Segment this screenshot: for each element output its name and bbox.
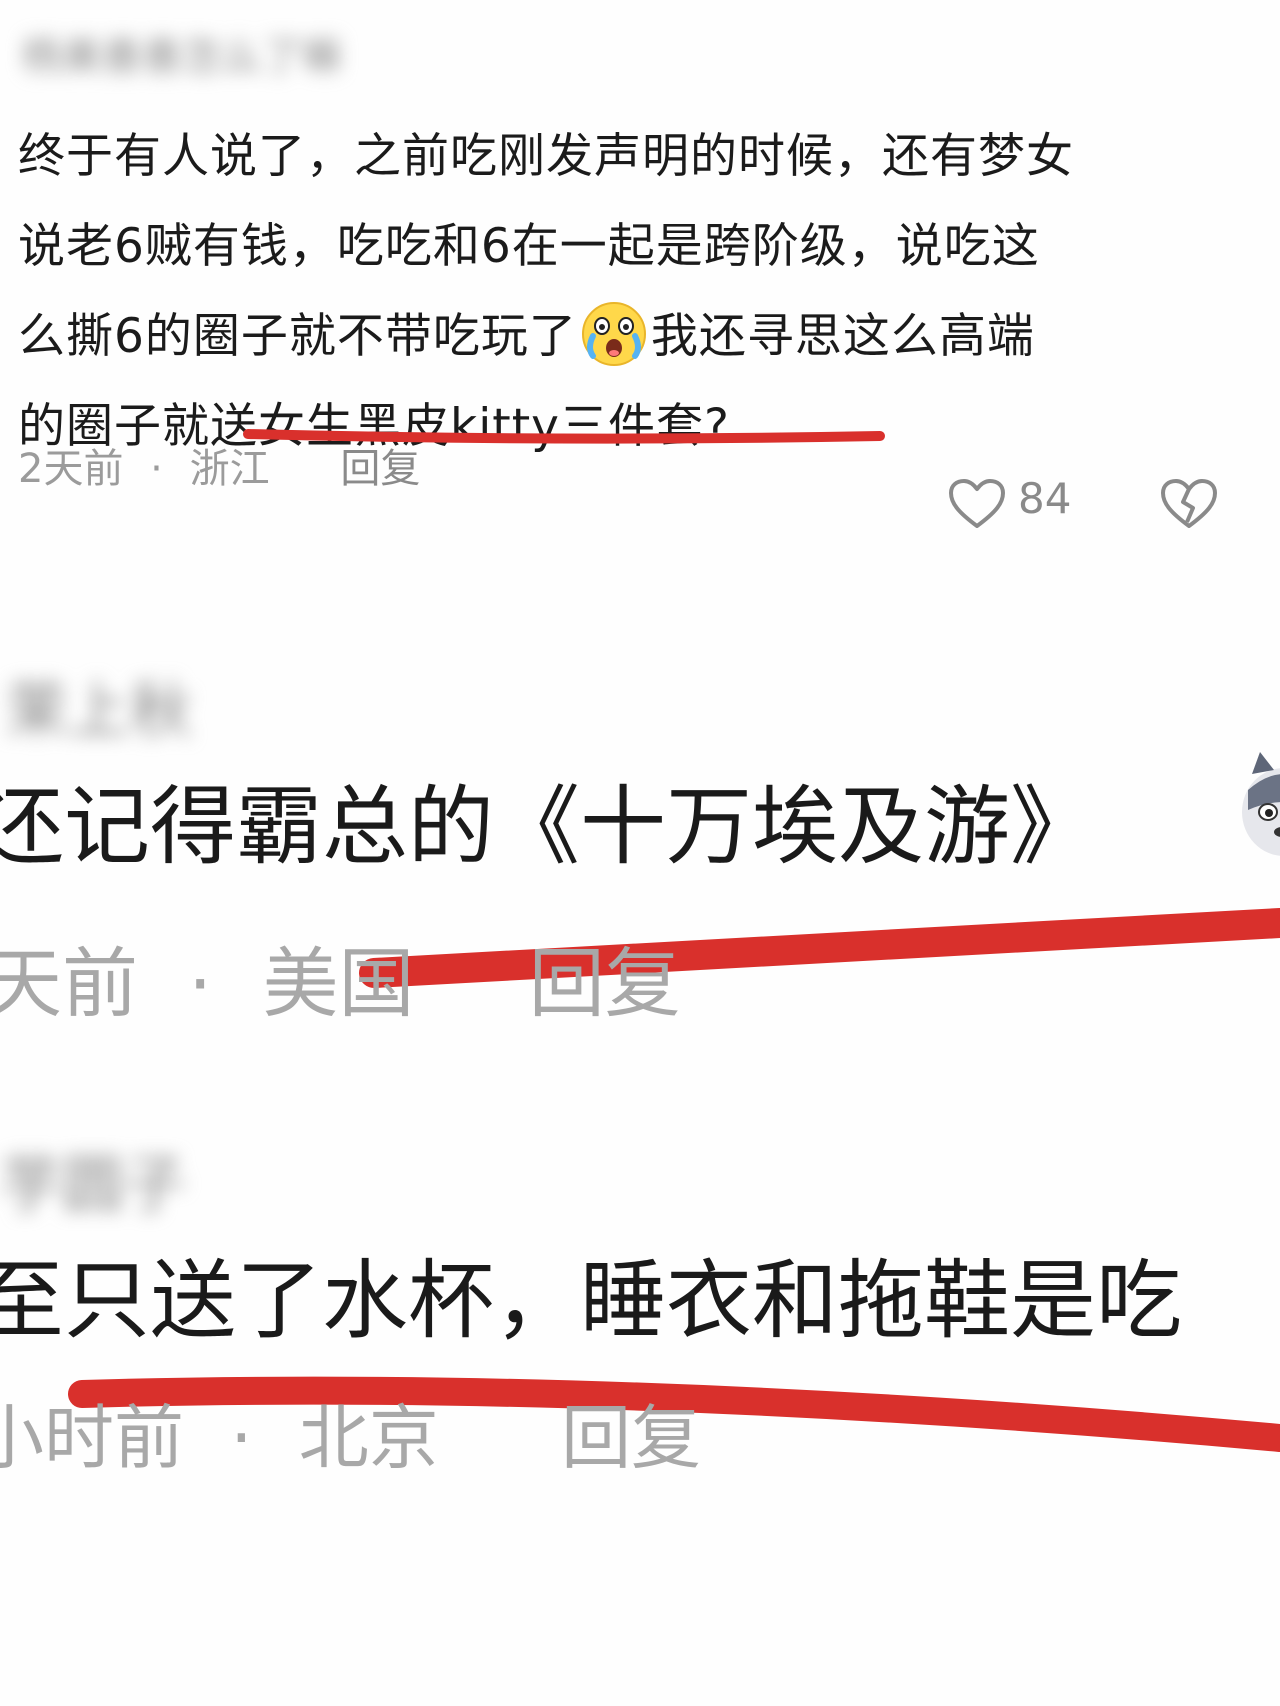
username-blurred[interactable]: 芋圆子	[0, 1134, 186, 1224]
crying-laughing-emoji-icon	[581, 302, 646, 366]
comment-time: 天前	[0, 939, 138, 1028]
comment-location: 美国	[262, 939, 415, 1028]
comment-line: 终于有人说了，之前吃刚发声明的时候，还有梦女	[18, 129, 1074, 184]
reply-button[interactable]: 回复	[529, 922, 681, 1032]
comment-card-1: 杨美善善怎么了嘛 终于有人说了，之前吃刚发声明的时候，还有梦女 说老6贼有钱，吃…	[0, 0, 1280, 580]
reply-button[interactable]: 回复	[340, 436, 420, 494]
comment-meta: 2天前 · 浙江 回复	[18, 436, 420, 494]
comment-line: 说老6贼有钱，吃吃和6在一起是跨阶级，说吃这	[18, 219, 1040, 274]
comment-time: 2天前	[18, 446, 124, 492]
comment-time: 小时前	[0, 1397, 184, 1479]
comment-line-part: 么撕6的圈子就不带吃玩了	[18, 309, 577, 364]
dislike-button[interactable]	[1160, 478, 1218, 534]
comment-location: 北京	[298, 1397, 439, 1479]
like-count: 84	[1018, 474, 1072, 523]
comment-meta: 小时前 · 北京 回复	[0, 1382, 701, 1483]
meta-separator: ·	[150, 446, 163, 492]
comment-meta: 天前 · 美国 回复	[0, 922, 681, 1032]
comment-card-3: 芋圆子 至只送了水杯，睡衣和拖鞋是吃 小时前 · 北京 回复	[0, 1100, 1280, 1706]
username-blurred[interactable]: 杨美善善怎么了嘛	[22, 24, 342, 82]
comment-line-part: 我还寻思这么高端	[650, 309, 1035, 364]
reply-button[interactable]: 回复	[561, 1382, 701, 1483]
comment-text: 终于有人说了，之前吃刚发声明的时候，还有梦女 说老6贼有钱，吃吃和6在一起是跨阶…	[18, 112, 1238, 472]
comment-card-2: 茉上秋 还记得霸总的《十万埃及游》 天前 · 美国 回复	[0, 580, 1280, 1100]
meta-separator: ·	[230, 1397, 253, 1479]
username-blurred[interactable]: 茉上秋	[6, 660, 192, 750]
wolf-sticker-icon	[1242, 752, 1280, 856]
comment-location: 浙江	[189, 446, 270, 492]
heart-icon	[949, 479, 1005, 528]
broken-heart-icon	[1161, 479, 1217, 528]
comment-text: 至只送了水杯，睡衣和拖鞋是吃	[0, 1251, 1182, 1351]
meta-separator: ·	[188, 939, 213, 1028]
comment-text: 还记得霸总的《十万埃及游》	[0, 777, 1096, 877]
comment-line: 么撕6的圈子就不带吃玩了 我还寻思这么高端	[18, 292, 1238, 382]
